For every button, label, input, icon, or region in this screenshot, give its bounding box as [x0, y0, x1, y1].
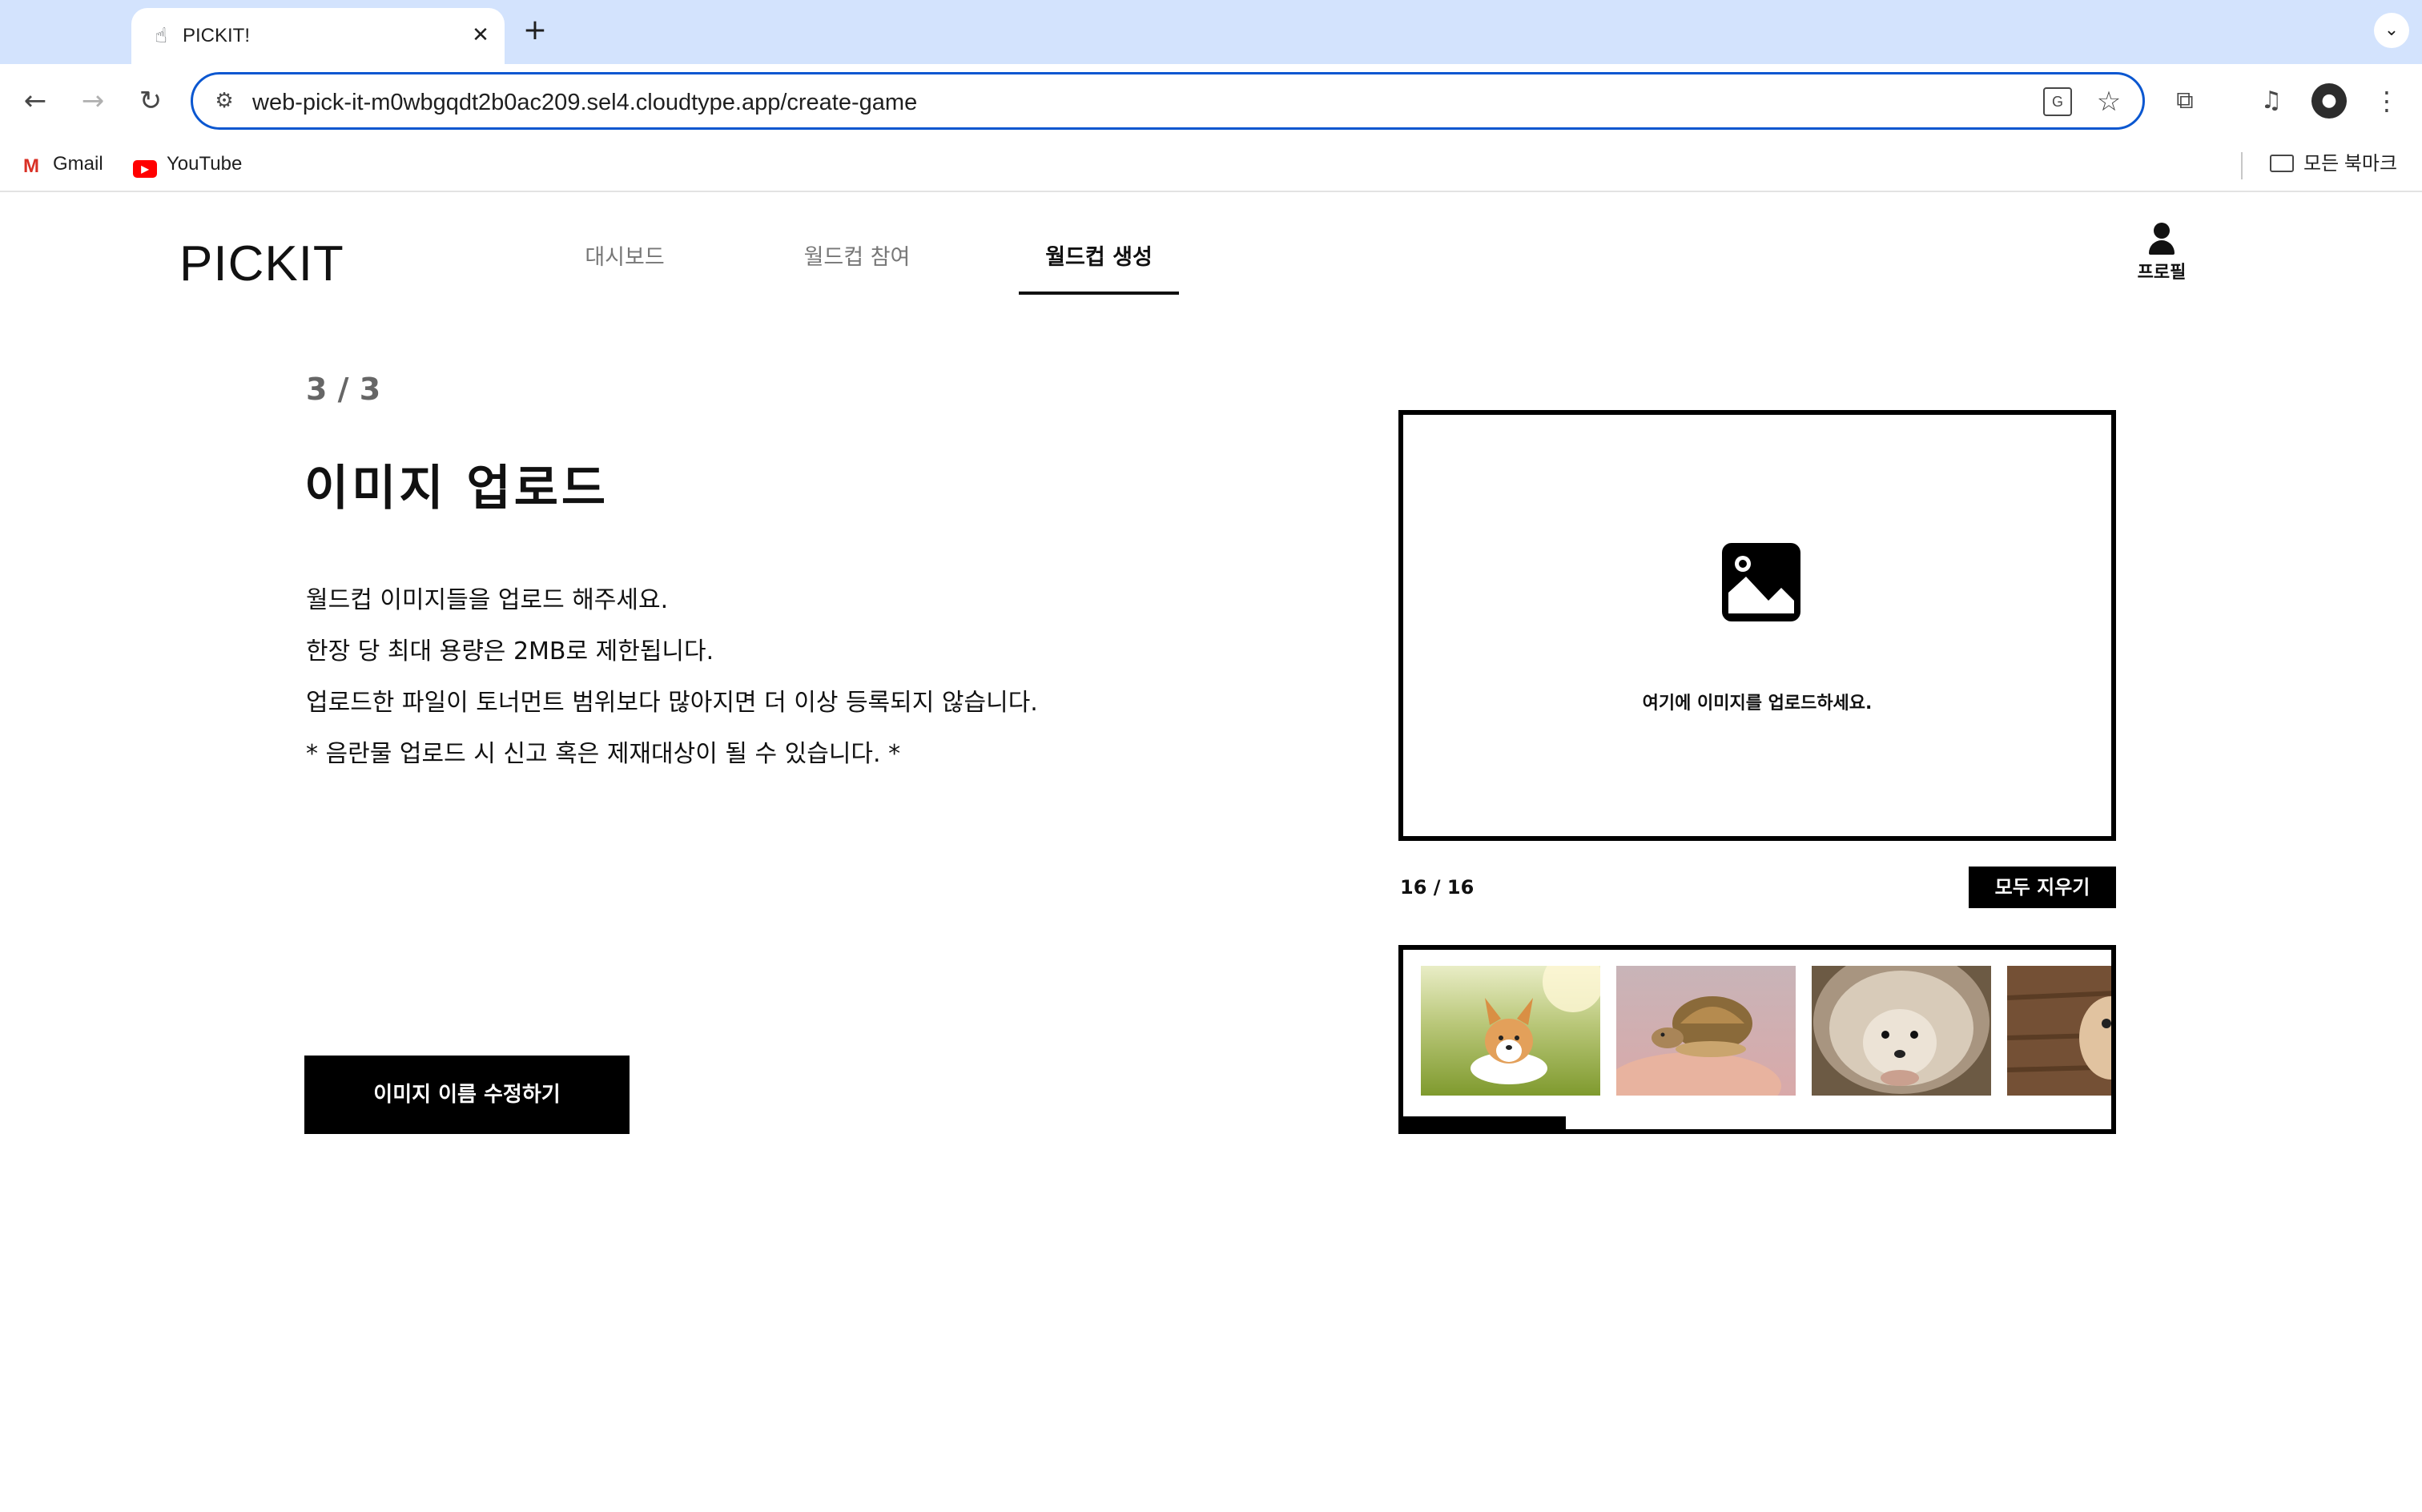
dropzone-label: 여기에 이미지를 업로드하세요. [1642, 694, 1873, 714]
browser-toolbar: ← → ↻ ⚙ web-pick-it-m0wbgqdt2b0ac209.sel… [0, 64, 2422, 138]
nav-join-worldcup[interactable]: 월드컵 참여 [793, 242, 921, 282]
instruction-line: 월드컵 이미지들을 업로드 해주세요. [306, 586, 669, 614]
upload-count: 16 / 16 [1400, 876, 1475, 899]
site-logo[interactable]: PICKIT [179, 232, 344, 296]
more-menu-icon[interactable]: ⋮ [2369, 83, 2404, 119]
pointer-hand-icon: ☝ [155, 24, 167, 48]
nav-active-indicator [1019, 292, 1179, 295]
bookmarks-bar: M Gmail ▶ YouTube 모든 북마크 [0, 138, 2422, 192]
bookmark-gmail[interactable]: M Gmail [19, 149, 103, 179]
browser-tab-active[interactable]: ☝ PICKIT! ✕ [131, 8, 505, 64]
step-indicator: 3 / 3 [306, 372, 381, 407]
page-title: 이미지 업로드 [304, 460, 610, 517]
bookmark-youtube[interactable]: ▶ YouTube [133, 149, 242, 179]
nav-create-worldcup[interactable]: 월드컵 생성 [1019, 242, 1179, 282]
bookmarks-divider [2241, 152, 2243, 179]
thumbnail-hamster[interactable] [2007, 966, 2111, 1096]
translate-icon[interactable]: G [2043, 87, 2072, 116]
thumbnail-strip[interactable] [1398, 945, 2116, 1134]
instruction-line: 업로드한 파일이 토너먼트 범위보다 많아지면 더 이상 등록되지 않습니다. [306, 689, 1038, 717]
instruction-line: 한장 당 최대 용량은 2MB로 제한됩니다. [306, 637, 714, 666]
media-control-icon[interactable]: ♫ [2254, 83, 2289, 119]
image-dropzone[interactable]: 여기에 이미지를 업로드하세요. [1398, 410, 2116, 841]
thumbnail-tortoise[interactable] [1616, 966, 1796, 1096]
address-bar[interactable]: ⚙ web-pick-it-m0wbgqdt2b0ac209.sel4.clou… [191, 72, 2145, 130]
reload-icon[interactable]: ↻ [131, 82, 170, 120]
instruction-line: * 음란물 업로드 시 신고 혹은 제재대상이 될 수 있습니다. * [306, 740, 901, 768]
close-icon[interactable]: ✕ [468, 22, 493, 48]
back-arrow-icon[interactable]: ← [16, 82, 54, 120]
site-settings-icon[interactable]: ⚙ [211, 87, 238, 115]
page-content: PICKIT 대시보드 월드컵 참여 월드컵 생성 프로필 3 / 3 이미지 … [0, 194, 2422, 1512]
upload-instructions: 월드컵 이미지들을 업로드 해주세요. 한장 당 최대 용량은 2MB로 제한됩… [306, 575, 1038, 780]
all-bookmarks-label: 모든 북마크 [2303, 153, 2398, 175]
strip-scroll-indicator[interactable] [1403, 1116, 1566, 1129]
forward-arrow-icon[interactable]: → [74, 82, 112, 120]
clear-all-button[interactable]: 모두 지우기 [1969, 867, 2116, 908]
profile-label: 프로필 [2137, 263, 2187, 283]
gmail-icon: M [23, 155, 39, 177]
thumbnail-hedgehog[interactable] [1812, 966, 1991, 1096]
new-tab-icon[interactable]: + [521, 16, 549, 45]
extensions-icon[interactable]: ⧉ [2167, 83, 2203, 119]
nav-dashboard[interactable]: 대시보드 [561, 242, 689, 282]
user-icon [2146, 223, 2178, 258]
chevron-down-icon[interactable]: ⌄ [2374, 13, 2409, 48]
bookmark-label: YouTube [167, 153, 243, 175]
tab-title: PICKIT! [183, 25, 251, 46]
bookmark-star-icon[interactable]: ☆ [2093, 86, 2125, 118]
thumbnail-corgi[interactable] [1421, 966, 1600, 1096]
all-bookmarks-button[interactable]: 모든 북마크 [2270, 149, 2397, 179]
profile-button[interactable]: 프로필 [2127, 223, 2196, 303]
bookmark-label: Gmail [53, 153, 103, 175]
youtube-icon: ▶ [133, 160, 157, 178]
browser-tab-bar: ☝ PICKIT! ✕ + ⌄ [0, 0, 2422, 64]
image-icon [1722, 543, 1800, 621]
browser-profile-avatar[interactable]: ● [2311, 83, 2347, 119]
rename-images-button[interactable]: 이미지 이름 수정하기 [304, 1056, 630, 1134]
folder-icon [2270, 155, 2294, 172]
url-text[interactable]: web-pick-it-m0wbgqdt2b0ac209.sel4.cloudt… [252, 89, 917, 116]
